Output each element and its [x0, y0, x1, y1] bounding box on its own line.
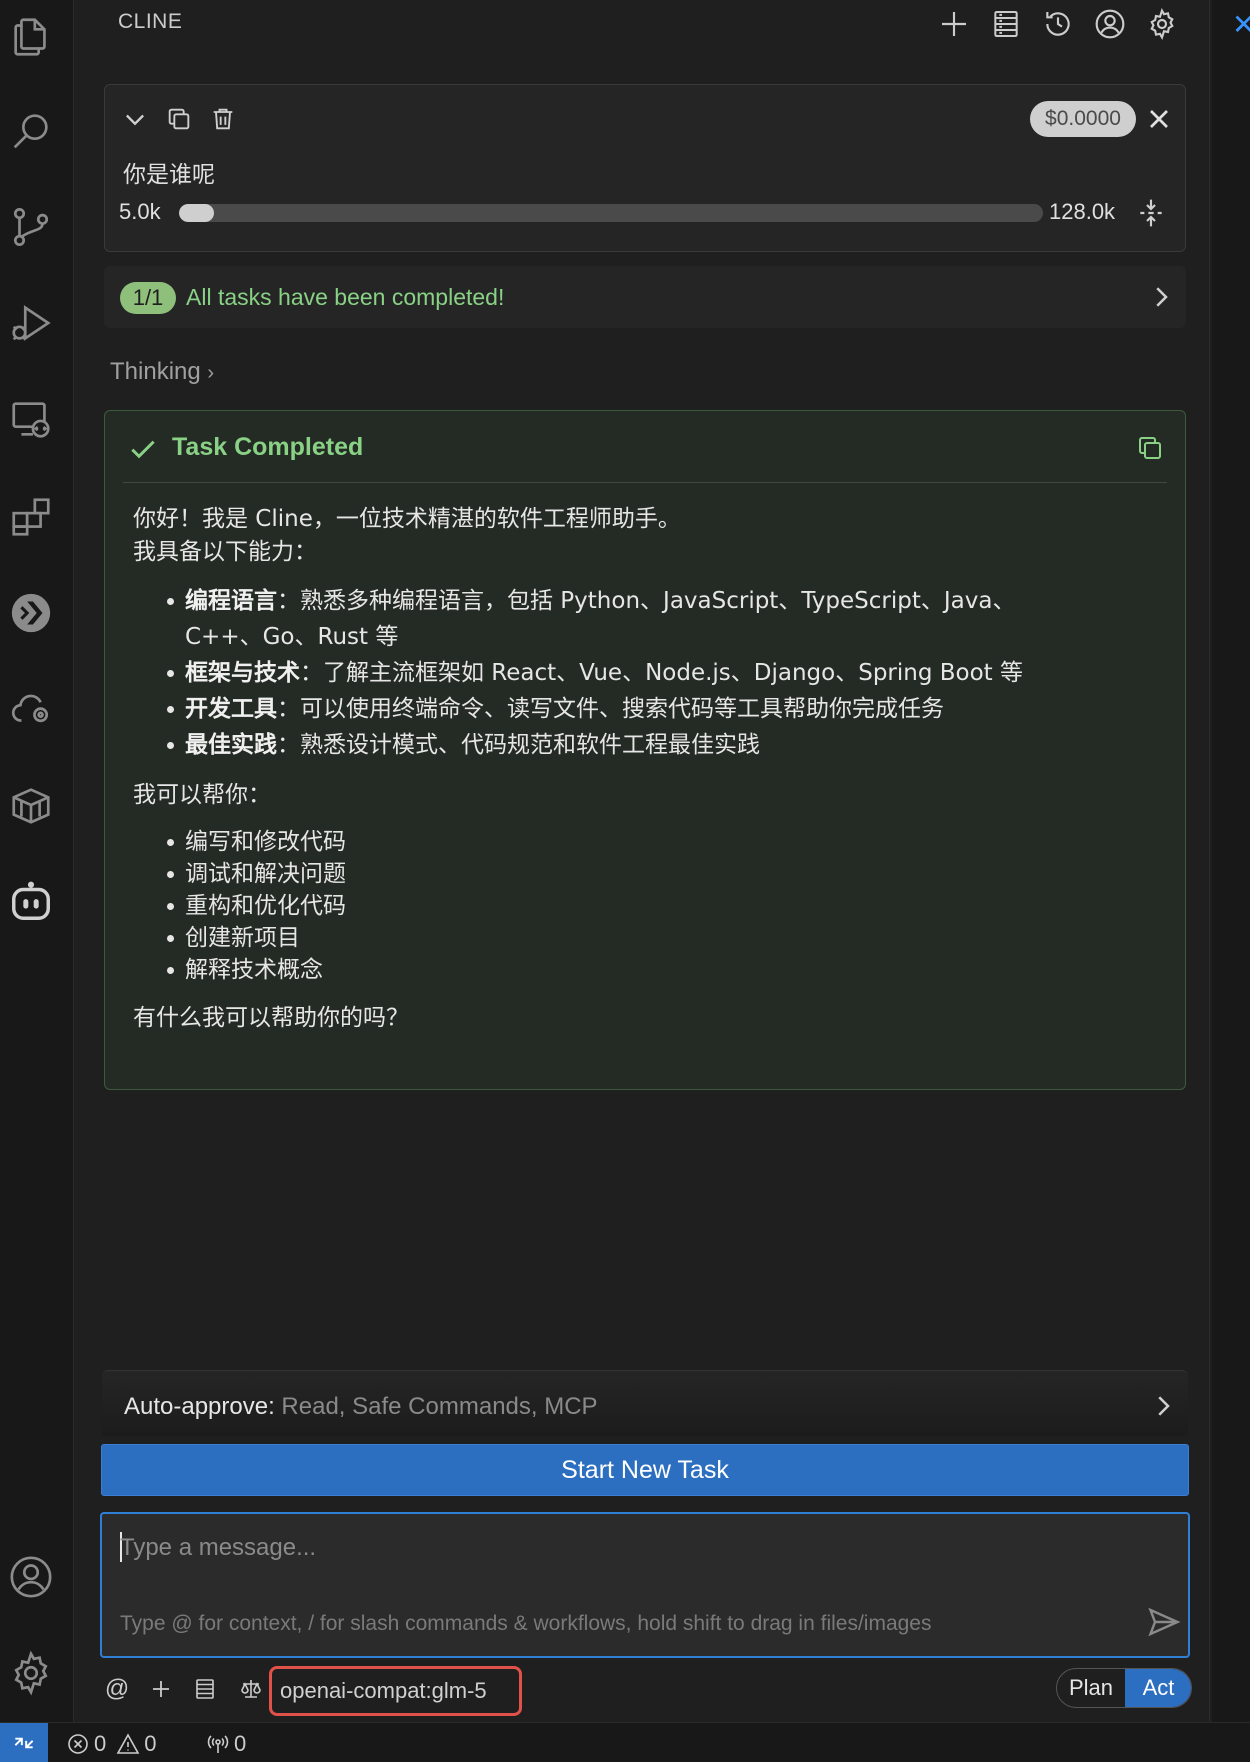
- copy-task-icon[interactable]: [163, 103, 195, 135]
- thinking-label: Thinking: [110, 358, 201, 385]
- plan-mode-button[interactable]: Plan: [1057, 1669, 1125, 1707]
- list-item: 编程语言：熟悉多种编程语言，包括 Python、JavaScript、TypeS…: [167, 583, 1173, 655]
- chevron-right-icon: [1146, 282, 1176, 312]
- list-item: 编写和修改代码: [167, 826, 1173, 858]
- cost-badge: $0.0000: [1030, 101, 1136, 137]
- panel-title: CLINE: [118, 10, 183, 33]
- capability-text: C++、Go、Rust 等: [185, 624, 399, 650]
- ports-indicator[interactable]: 0: [206, 1731, 246, 1757]
- completion-title: Task Completed: [172, 433, 364, 461]
- thinking-chevron-icon: ›: [207, 362, 215, 384]
- mcp-servers-icon[interactable]: [188, 1672, 222, 1706]
- list-item: 重构和优化代码: [167, 890, 1173, 922]
- capability-text: ：熟悉多种编程语言，包括 Python、JavaScript、TypeScrip…: [277, 588, 1016, 614]
- task-header: $0.0000 你是谁呢 5.0k 128.0k: [104, 84, 1186, 252]
- list-item: 开发工具：可以使用终端命令、读写文件、搜索代码等工具帮助你完成任务: [167, 691, 1173, 727]
- context-window-size: 128.0k: [1049, 199, 1116, 224]
- thinking-toggle[interactable]: Thinking ›: [110, 358, 214, 386]
- capability-text: ：了解主流框架如 React、Vue、Node.js、Django、Spring…: [300, 660, 1024, 686]
- error-icon: [68, 1734, 88, 1754]
- collapse-chevron-icon[interactable]: [119, 103, 151, 135]
- remote-explorer-icon[interactable]: [0, 388, 62, 450]
- remote-indicator-icon[interactable]: [0, 1723, 48, 1762]
- manage-gear-icon[interactable]: [0, 1642, 62, 1704]
- close-editor-icon[interactable]: ✕: [1232, 8, 1250, 41]
- mention-at-icon[interactable]: @: [100, 1672, 134, 1706]
- warning-count: 0: [144, 1731, 157, 1756]
- settings-gear-icon[interactable]: [1142, 4, 1182, 44]
- cline-bot-icon[interactable]: [0, 870, 62, 932]
- copy-result-icon[interactable]: [1135, 433, 1165, 463]
- completion-body: 你好！我是 Cline，一位技术精湛的软件工程师助手。 我具备以下能力： 编程语…: [133, 503, 1173, 1035]
- compress-context-icon[interactable]: [1135, 197, 1167, 229]
- chat-input[interactable]: Type a message... Type @ for context, / …: [100, 1512, 1190, 1658]
- task-count-badge: 1/1: [120, 282, 176, 314]
- completion-result: Task Completed 你好！我是 Cline，一位技术精湛的软件工程师助…: [104, 410, 1186, 1090]
- context-window-bar: [179, 204, 1043, 222]
- chat-placeholder: Type a message...: [120, 1534, 317, 1561]
- plan-act-toggle[interactable]: Plan Act: [1056, 1668, 1192, 1708]
- delete-task-icon[interactable]: [207, 103, 239, 135]
- capability-title: 开发工具: [185, 696, 277, 722]
- model-selector[interactable]: openai-compat:glm-5: [269, 1666, 522, 1716]
- account-icon[interactable]: [1090, 4, 1130, 44]
- help-heading: 我可以帮你：: [133, 782, 271, 808]
- checkmark-icon: [127, 433, 159, 465]
- ports-count: 0: [234, 1731, 247, 1756]
- explorer-icon[interactable]: [0, 6, 62, 68]
- extensions-icon[interactable]: [0, 486, 62, 548]
- list-item: 调试和解决问题: [167, 858, 1173, 890]
- rules-scale-icon[interactable]: [234, 1672, 268, 1706]
- list-item: 创建新项目: [167, 922, 1173, 954]
- task-progress-text: All tasks have been completed!: [186, 284, 505, 310]
- context-window-fill: [179, 204, 214, 222]
- auto-approve-text: Auto-approve: Read, Safe Commands, MCP: [124, 1393, 598, 1421]
- capability-title: 最佳实践: [185, 732, 277, 758]
- warning-icon: [116, 1733, 140, 1754]
- activity-bar: [0, 0, 74, 1722]
- act-mode-button[interactable]: Act: [1125, 1669, 1191, 1707]
- auto-approve-bar[interactable]: Auto-approve: Read, Safe Commands, MCP: [102, 1370, 1188, 1436]
- chat-hint: Type @ for context, / for slash commands…: [120, 1612, 932, 1635]
- task-text: 你是谁呢: [123, 162, 215, 188]
- editor-edge: ✕: [1212, 0, 1250, 1722]
- chevron-right-icon: [1148, 1391, 1178, 1421]
- intro-line: 我具备以下能力：: [133, 539, 317, 565]
- capability-text: ：熟悉设计模式、代码规范和软件工程最佳实践: [277, 732, 760, 758]
- close-task-icon[interactable]: [1143, 103, 1175, 135]
- capability-title: 框架与技术: [185, 660, 300, 686]
- history-icon[interactable]: [1038, 4, 1078, 44]
- task-progress-bar[interactable]: 1/1 All tasks have been completed!: [104, 266, 1186, 328]
- run-debug-icon[interactable]: [0, 292, 62, 354]
- problems-indicator[interactable]: 0 0: [66, 1731, 157, 1757]
- model-name: openai-compat:glm-5: [280, 1678, 487, 1703]
- closing-line: 有什么我可以帮助你的吗？: [133, 1005, 409, 1031]
- list-item: 最佳实践：熟悉设计模式、代码规范和软件工程最佳实践: [167, 727, 1173, 763]
- source-control-icon[interactable]: [0, 196, 62, 258]
- start-new-task-button[interactable]: Start New Task: [101, 1444, 1189, 1496]
- search-icon[interactable]: [0, 100, 62, 162]
- list-item: 解释技术概念: [167, 954, 1173, 986]
- capability-list: 编程语言：熟悉多种编程语言，包括 Python、JavaScript、TypeS…: [133, 583, 1173, 763]
- cline-logo-icon[interactable]: [0, 582, 62, 644]
- accounts-icon[interactable]: [0, 1546, 62, 1608]
- mcp-servers-icon[interactable]: [986, 4, 1026, 44]
- capability-text: ：可以使用终端命令、读写文件、搜索代码等工具帮助你完成任务: [277, 696, 944, 722]
- help-list: 编写和修改代码 调试和解决问题 重构和优化代码 创建新项目 解释技术概念: [133, 826, 1173, 986]
- new-task-plus-icon[interactable]: [934, 4, 974, 44]
- list-item: 框架与技术：了解主流框架如 React、Vue、Node.js、Django、S…: [167, 655, 1173, 691]
- send-icon[interactable]: [1146, 1604, 1182, 1640]
- auto-approve-values: Read, Safe Commands, MCP: [274, 1393, 598, 1420]
- intro-line: 你好！我是 Cline，一位技术精湛的软件工程师助手。: [133, 506, 681, 532]
- tokens-used: 5.0k: [119, 199, 161, 224]
- broadcast-icon: [207, 1735, 229, 1753]
- add-context-plus-icon[interactable]: [144, 1672, 178, 1706]
- capability-title: 编程语言: [185, 588, 277, 614]
- cloud-settings-icon[interactable]: [0, 678, 62, 740]
- status-bar: 0 0 0: [0, 1722, 1250, 1762]
- container-icon[interactable]: [0, 774, 62, 836]
- auto-approve-label: Auto-approve:: [124, 1393, 275, 1420]
- divider: [123, 482, 1167, 483]
- error-count: 0: [94, 1731, 107, 1756]
